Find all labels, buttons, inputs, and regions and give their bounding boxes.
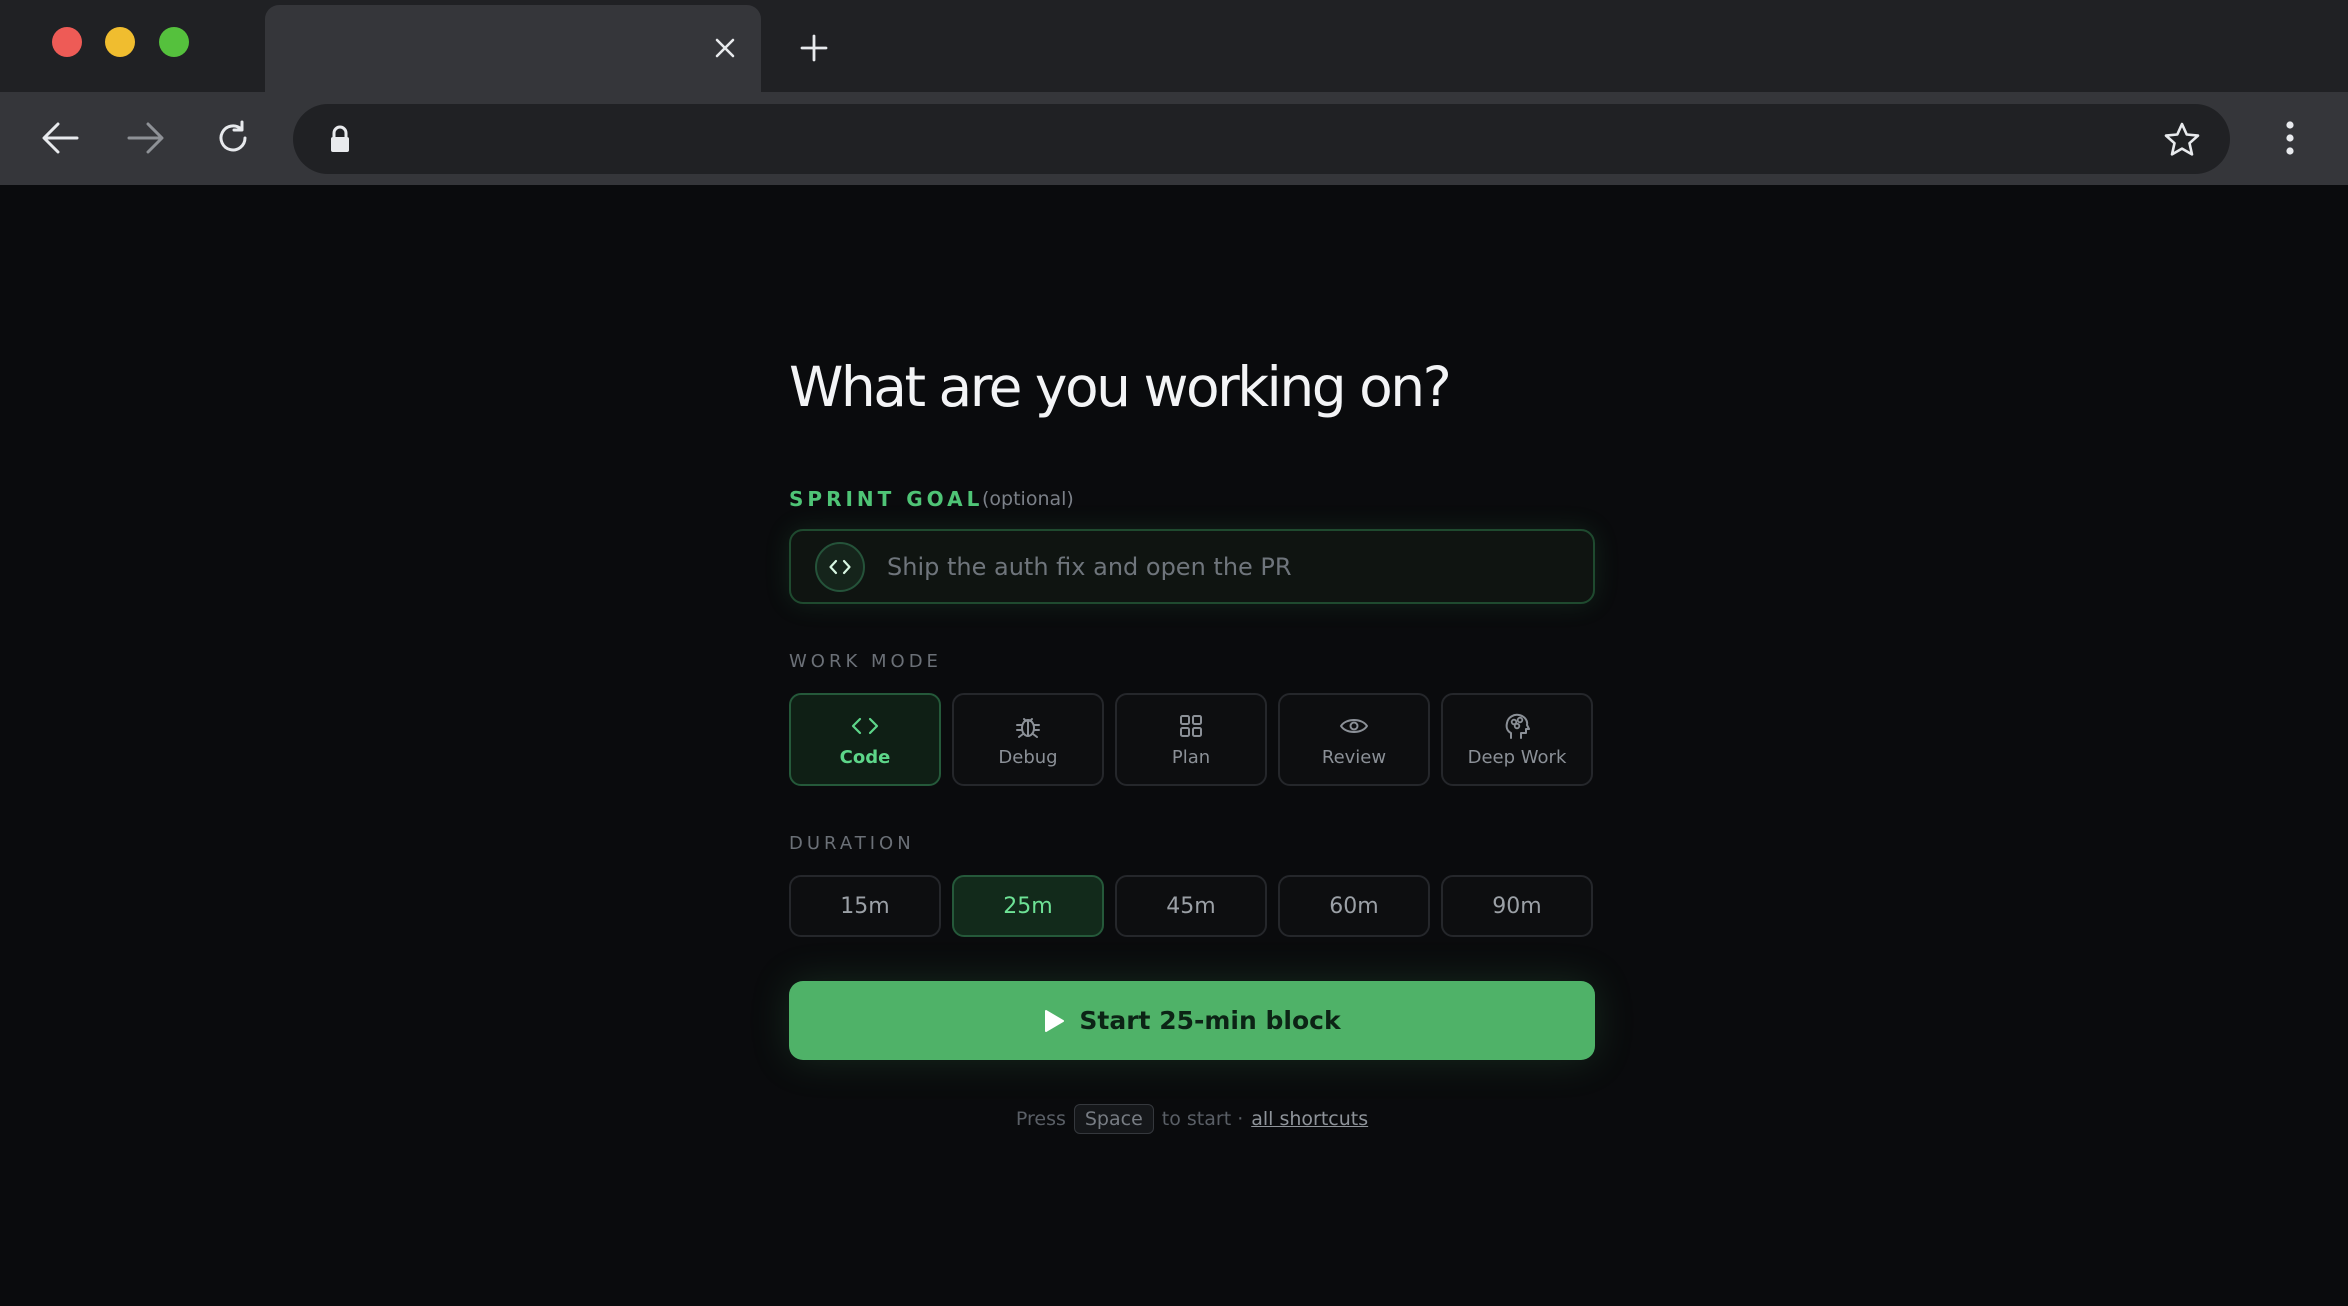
browser-tab-bar	[0, 0, 2348, 92]
work-mode-label-text: Deep Work	[1467, 747, 1567, 768]
work-mode-deep-work-button[interactable]: Deep Work	[1441, 693, 1593, 786]
sprint-goal-label: SPRINT GOAL	[789, 487, 984, 511]
duration-15m-button[interactable]: 15m	[789, 875, 941, 937]
duration-90m-button[interactable]: 90m	[1441, 875, 1593, 937]
code-icon	[815, 542, 865, 592]
all-shortcuts-link[interactable]: all shortcuts	[1251, 1108, 1368, 1130]
work-mode-debug-button[interactable]: Debug	[952, 693, 1104, 786]
work-mode-selector: Code Debug Plan Review Deep Work	[789, 693, 1595, 786]
lock-icon	[331, 125, 349, 152]
window-close-button[interactable]	[52, 27, 82, 57]
work-mode-review-button[interactable]: Review	[1278, 693, 1430, 786]
url-input[interactable]	[373, 114, 2073, 164]
address-bar[interactable]	[293, 104, 2230, 174]
hint-to-start-text: to start ·	[1161, 1108, 1244, 1130]
reload-icon[interactable]	[205, 110, 261, 166]
back-arrow-icon[interactable]	[32, 110, 88, 166]
work-mode-label-text: Code	[839, 747, 891, 768]
window-maximize-button[interactable]	[159, 27, 189, 57]
work-mode-label-text: Debug	[998, 747, 1058, 768]
work-mode-label-text: Review	[1321, 747, 1387, 768]
forward-arrow-icon[interactable]	[118, 110, 174, 166]
start-button-label: Start 25-min block	[1079, 1006, 1341, 1035]
kebab-menu-icon[interactable]	[2262, 110, 2318, 166]
page-content: What are you working on? SPRINT GOAL (op…	[0, 185, 2348, 1306]
code-icon	[851, 717, 879, 735]
browser-toolbar	[0, 92, 2348, 185]
bug-icon	[1016, 718, 1040, 738]
work-mode-plan-button[interactable]: Plan	[1115, 693, 1267, 786]
sprint-goal-optional-note: (optional)	[982, 488, 1074, 510]
work-mode-code-button[interactable]: Code	[789, 693, 941, 786]
page-title: What are you working on?	[789, 355, 1452, 419]
work-mode-label: WORK MODE	[789, 651, 942, 672]
work-mode-label-text: Plan	[1171, 747, 1211, 768]
space-key-badge: Space	[1073, 1104, 1154, 1134]
hint-press-text: Press	[1015, 1108, 1066, 1130]
play-icon	[1045, 1009, 1065, 1032]
duration-60m-button[interactable]: 60m	[1278, 875, 1430, 937]
duration-25m-button[interactable]: 25m	[952, 875, 1104, 937]
bookmark-star-icon[interactable]	[2162, 120, 2202, 160]
eye-icon	[1340, 719, 1368, 733]
duration-label: DURATION	[789, 833, 915, 854]
duration-45m-button[interactable]: 45m	[1115, 875, 1267, 937]
duration-selector: 15m 25m 45m 60m 90m	[789, 875, 1595, 937]
window-minimize-button[interactable]	[105, 27, 135, 57]
tab-close-icon[interactable]	[705, 28, 745, 68]
sprint-goal-input[interactable]	[887, 541, 1567, 593]
grid-icon	[1180, 715, 1202, 737]
brain-icon	[1505, 713, 1530, 739]
keyboard-hint: Press Space to start · all shortcuts	[789, 1104, 1595, 1134]
start-block-button[interactable]: Start 25-min block	[789, 981, 1595, 1060]
browser-tab[interactable]	[265, 5, 761, 92]
new-tab-icon[interactable]	[793, 27, 835, 69]
sprint-goal-field[interactable]	[789, 529, 1595, 604]
